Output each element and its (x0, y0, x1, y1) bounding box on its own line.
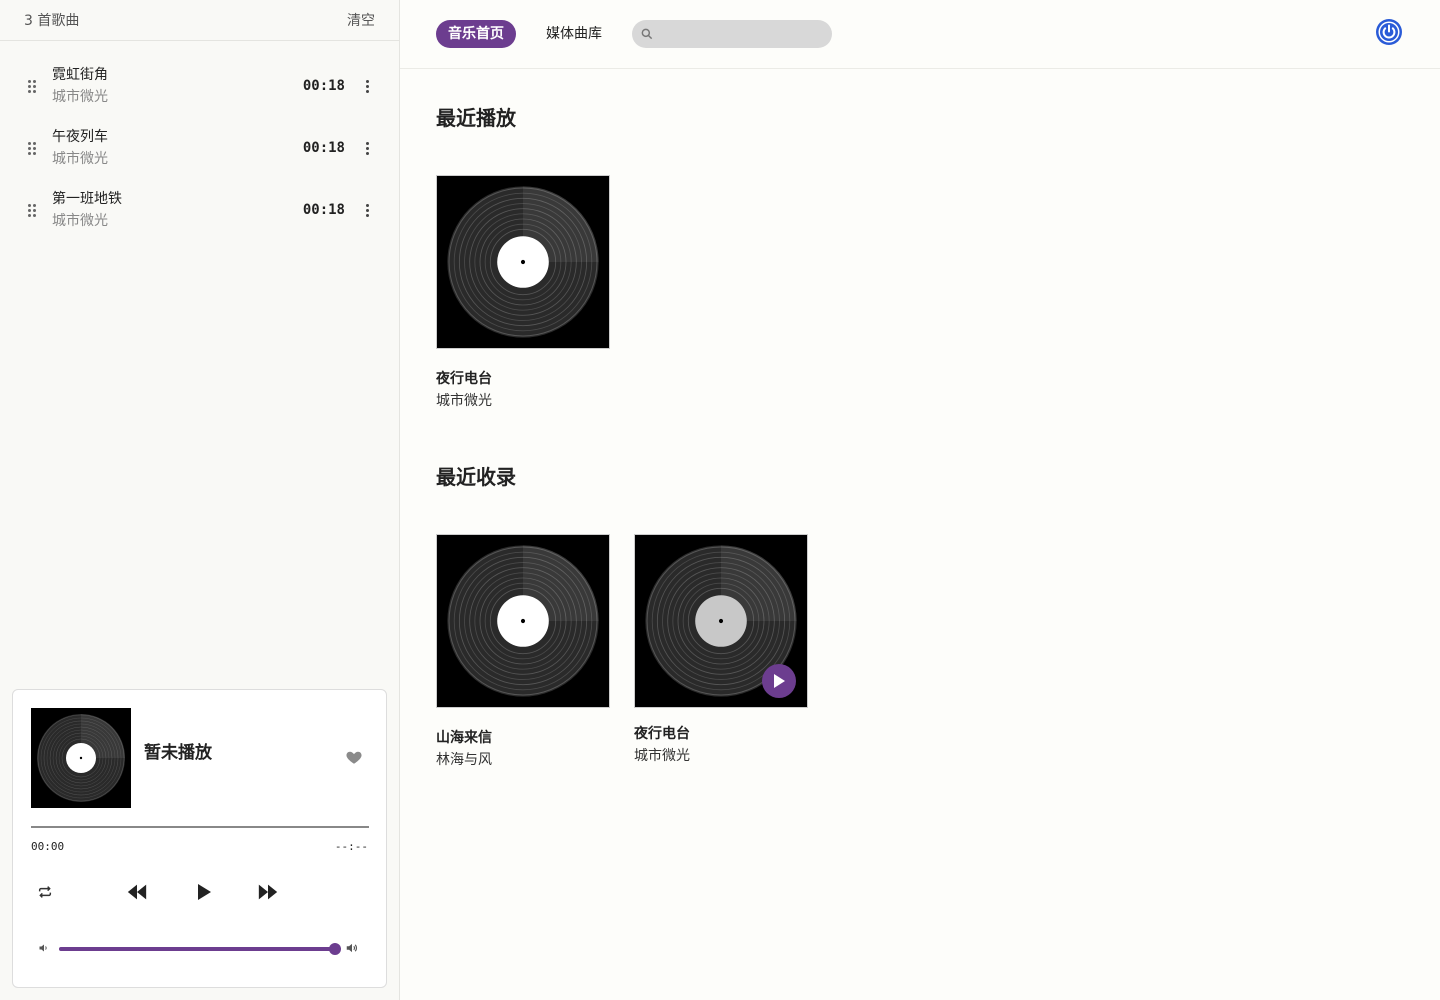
queue-track-row[interactable]: 第一班地铁 城市微光 00:18 (0, 179, 399, 241)
tab-music-home[interactable]: 音乐首页 (436, 20, 516, 48)
rewind-icon[interactable] (125, 881, 149, 903)
album-card[interactable]: 夜行电台 城市微光 (436, 175, 610, 412)
album-artist: 城市微光 (436, 393, 492, 409)
more-vertical-icon[interactable] (359, 141, 375, 155)
track-info: 第一班地铁 城市微光 (52, 188, 303, 232)
volume-low-icon[interactable] (37, 941, 51, 955)
album-title: 山海来信 (436, 730, 492, 746)
queue-sidebar: 3 首歌曲 清空 霓虹街角 城市微光 00:18 午夜列车 城市微光 00:18 (0, 0, 400, 1000)
queue-list: 霓虹街角 城市微光 00:18 午夜列车 城市微光 00:18 第一班地铁 城市 (0, 41, 399, 241)
play-icon[interactable] (762, 664, 796, 698)
time-total: --:-- (334, 840, 368, 853)
section-title-recent-added: 最近收录 (436, 465, 516, 489)
queue-track-row[interactable]: 霓虹街角 城市微光 00:18 (0, 55, 399, 117)
track-title: 第一班地铁 (52, 191, 122, 207)
fast-forward-icon[interactable] (256, 881, 280, 903)
volume-high-icon[interactable] (344, 940, 360, 956)
volume-thumb[interactable] (329, 943, 341, 955)
search-icon (641, 28, 653, 40)
album-artist: 林海与风 (436, 752, 492, 768)
track-artist: 城市微光 (52, 151, 108, 167)
queue-header: 3 首歌曲 清空 (0, 0, 399, 41)
track-duration: 00:18 (302, 78, 345, 94)
track-info: 午夜列车 城市微光 (52, 126, 303, 170)
time-current: 00:00 (31, 840, 65, 853)
track-info: 霓虹街角 城市微光 (52, 64, 303, 108)
more-vertical-icon[interactable] (359, 203, 375, 217)
top-navigation: 音乐首页 媒体曲库 (400, 0, 1440, 69)
album-art-wrapper (634, 534, 808, 708)
section-title-recent-played: 最近播放 (436, 106, 516, 130)
heart-icon[interactable] (345, 748, 363, 766)
album-artist: 城市微光 (634, 748, 690, 764)
track-duration: 00:18 (302, 202, 345, 218)
tab-media-library[interactable]: 媒体曲库 (534, 20, 614, 48)
search-box (632, 20, 832, 48)
track-duration: 00:18 (302, 140, 345, 156)
power-icon[interactable] (1375, 18, 1403, 46)
drag-handle-icon[interactable] (25, 79, 39, 93)
track-title: 午夜列车 (52, 129, 108, 145)
volume-fill (59, 947, 335, 951)
track-title: 霓虹街角 (52, 67, 108, 83)
album-art (31, 708, 131, 808)
drag-handle-icon[interactable] (25, 203, 39, 217)
album-title: 夜行电台 (436, 371, 492, 387)
now-playing-card: 暂未播放 00:00 --:-- (12, 689, 387, 988)
album-art (436, 175, 610, 349)
playback-progress-bar[interactable] (31, 826, 369, 828)
search-input[interactable] (658, 20, 824, 48)
more-vertical-icon[interactable] (359, 79, 375, 93)
track-artist: 城市微光 (52, 89, 108, 105)
album-art (436, 534, 610, 708)
queue-track-row[interactable]: 午夜列车 城市微光 00:18 (0, 117, 399, 179)
album-title: 夜行电台 (634, 726, 690, 742)
now-playing-title: 暂未播放 (144, 743, 212, 763)
play-icon[interactable] (193, 881, 215, 903)
repeat-icon[interactable] (35, 882, 55, 902)
track-artist: 城市微光 (52, 213, 108, 229)
queue-count: 3 首歌曲 (24, 13, 80, 29)
drag-handle-icon[interactable] (25, 141, 39, 155)
album-card[interactable]: 山海来信 林海与风 (436, 534, 610, 771)
volume-slider[interactable] (59, 943, 341, 955)
album-card[interactable]: 夜行电台 城市微光 (634, 534, 808, 767)
clear-queue-button[interactable]: 清空 (347, 10, 375, 30)
